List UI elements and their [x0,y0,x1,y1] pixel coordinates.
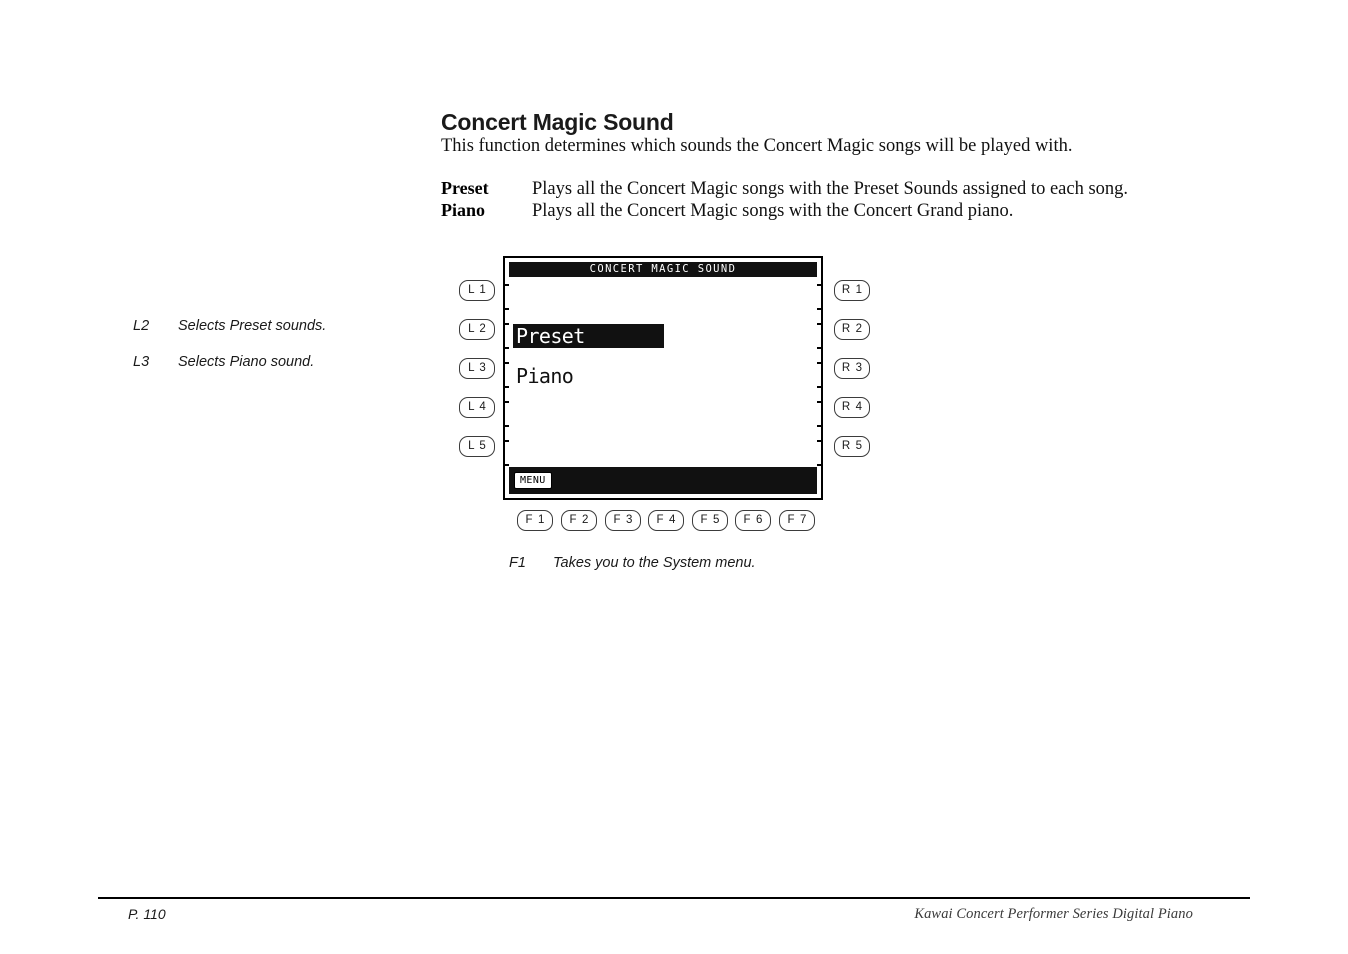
button-l3-label: L 3 [468,361,487,374]
definition-row: Piano Plays all the Concert Magic songs … [441,200,1201,222]
button-l3[interactable]: L 3 [459,358,495,379]
button-l4-label: L 4 [468,400,487,413]
button-f2-label: F 2 [569,513,590,526]
button-l1[interactable]: L 1 [459,280,495,301]
button-f1-label: F 1 [525,513,546,526]
footer-divider [98,897,1250,899]
button-f5[interactable]: F 5 [692,510,728,531]
lcd-title-bar: CONCERT MAGIC SOUND [509,262,817,277]
button-r5-label: R 5 [841,439,864,452]
button-r4-label: R 4 [841,400,864,413]
lcd-title-text: CONCERT MAGIC SOUND [589,263,737,276]
button-l1-label: L 1 [468,283,487,296]
definition-row: Preset Plays all the Concert Magic songs… [441,178,1201,200]
button-f3-label: F 3 [613,513,634,526]
definition-description: Plays all the Concert Magic songs with t… [532,201,1014,221]
lcd-softkey-menu[interactable]: MENU [514,472,552,489]
definition-term: Preset [441,178,489,198]
annotation-text: Selects Piano sound. [178,354,315,370]
button-r3[interactable]: R 3 [834,358,870,379]
page-intro-text: This function determines which sounds th… [441,136,1073,156]
annotation-key: L2 [133,318,150,334]
annotation-key: L3 [133,354,150,370]
definition-list: Preset Plays all the Concert Magic songs… [441,178,1201,222]
footer-page-number: P. 110 [128,906,166,922]
button-f3[interactable]: F 3 [605,510,641,531]
button-f6-label: F 6 [743,513,764,526]
button-f6[interactable]: F 6 [735,510,771,531]
function-caption-text: Takes you to the System menu. [553,555,756,571]
button-f7-label: F 7 [787,513,808,526]
annotation-row-l3: L3 Selects Piano sound. [133,354,326,370]
definition-description: Plays all the Concert Magic songs with t… [532,179,1129,199]
device-panel-diagram: CONCERT MAGIC SOUND Preset Piano MENU L … [455,252,875,542]
button-f4[interactable]: F 4 [648,510,684,531]
button-f2[interactable]: F 2 [561,510,597,531]
button-r1-label: R 1 [841,283,864,296]
button-f7[interactable]: F 7 [779,510,815,531]
button-l4[interactable]: L 4 [459,397,495,418]
button-l5-label: L 5 [468,439,487,452]
button-r3-label: R 3 [841,361,864,374]
lcd-option-preset[interactable]: Preset [513,324,664,348]
lcd-softkey-menu-label: MENU [520,474,546,486]
definition-term: Piano [441,200,486,220]
button-r1[interactable]: R 1 [834,280,870,301]
footer-product-name: Kawai Concert Performer Series Digital P… [914,906,1193,922]
lcd-softkey-bar: MENU [509,467,817,494]
button-f1[interactable]: F 1 [517,510,553,531]
button-l2-label: L 2 [468,322,487,335]
page-title: Concert Magic Sound [441,109,674,135]
lcd-inner-area: CONCERT MAGIC SOUND Preset Piano MENU [509,262,817,494]
button-r2-label: R 2 [841,322,864,335]
function-caption-f1: F1 Takes you to the System menu. [509,555,756,571]
function-caption-key: F1 [509,555,526,571]
button-f5-label: F 5 [700,513,721,526]
button-l2[interactable]: L 2 [459,319,495,340]
lcd-option-piano[interactable]: Piano [513,364,576,388]
button-r5[interactable]: R 5 [834,436,870,457]
button-l5[interactable]: L 5 [459,436,495,457]
button-r2[interactable]: R 2 [834,319,870,340]
annotation-text: Selects Preset sounds. [178,318,327,334]
button-annotations: L2 Selects Preset sounds. L3 Selects Pia… [133,318,326,390]
lcd-screen: CONCERT MAGIC SOUND Preset Piano MENU [503,256,823,500]
button-f4-label: F 4 [656,513,677,526]
annotation-row-l2: L2 Selects Preset sounds. [133,318,326,334]
button-r4[interactable]: R 4 [834,397,870,418]
